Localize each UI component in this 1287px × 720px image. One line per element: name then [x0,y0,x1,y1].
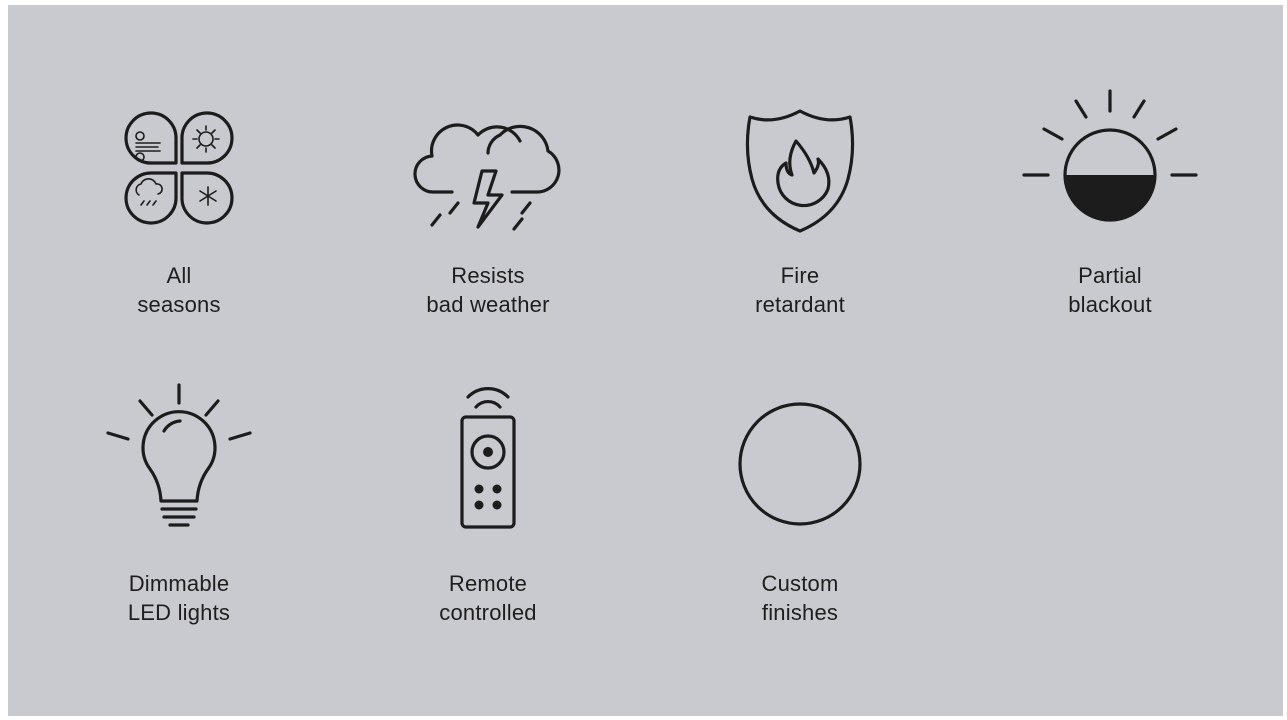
feature-dimmable-led-lights: Dimmable LED lights [59,383,299,625]
feature-label-line2: seasons [137,292,221,317]
feature-label-line2: retardant [755,292,845,317]
four-seasons-icon [124,111,234,225]
feature-label-line1: Custom [761,571,839,596]
feature-custom-finishes: Custom finishes [680,385,920,625]
feature-label-line1: Fire [780,263,820,288]
feature-label-line1: Resists [451,263,525,288]
feature-fire-retardant: Fire retardant [680,95,920,335]
light-bulb-icon [106,383,252,527]
fire-shield-icon [745,109,855,233]
feature-label-line1: Partial [1078,263,1142,288]
feature-label-line1: Remote [448,571,528,596]
feature-resists-bad-weather: Resists bad weather [368,95,608,335]
feature-label-line1: All [166,263,192,288]
half-sun-icon [1022,89,1198,222]
feature-partial-blackout: Partial blackout [990,89,1230,335]
feature-label-line2: bad weather [426,292,550,317]
feature-remote-controlled: Remote controlled [368,385,608,625]
remote-control-icon [460,387,516,529]
feature-label-line2: blackout [1068,292,1152,317]
feature-all-seasons: All seasons [59,95,299,335]
feature-label-line1: Dimmable [128,571,230,596]
storm-cloud-icon [413,123,561,231]
feature-label-line2: controlled [439,600,537,625]
feature-label-line2: finishes [761,600,839,625]
circle-icon [738,402,862,526]
features-panel: All seasons Resists bad weather Fire ret… [8,5,1283,716]
feature-label-line2: LED lights [127,600,231,625]
